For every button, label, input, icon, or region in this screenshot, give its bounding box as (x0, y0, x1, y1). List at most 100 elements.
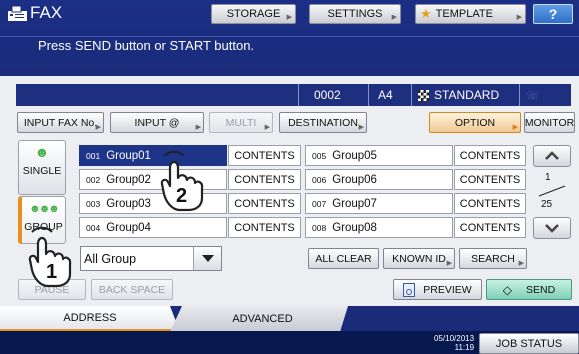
chevron-right-icon: ▶ (195, 124, 201, 131)
contents-button[interactable]: CONTENTS (228, 145, 301, 166)
chevron-right-icon: ▶ (391, 14, 397, 21)
destination-label: DESTINATION (288, 116, 358, 129)
group-name: Group08 (332, 221, 377, 234)
group-number: 002 (86, 174, 101, 185)
monitor-button[interactable]: MONITOR (524, 112, 575, 133)
group-name: Group02 (106, 173, 151, 186)
group-item[interactable]: 006 Group06 (305, 169, 453, 190)
status-divider (519, 84, 520, 106)
page-indicator: 1 25 (533, 170, 571, 214)
list-row: 003 Group03 CONTENTS 007 Group07 CONTENTS (79, 193, 526, 214)
status-bar: 0002 A4 STANDARD ☏ (16, 84, 571, 106)
contents-button[interactable]: CONTENTS (454, 145, 526, 166)
tab-advanced[interactable]: ADVANCED (170, 306, 348, 332)
send-button[interactable]: ◇ SEND (486, 279, 572, 300)
group-number: 001 (86, 150, 101, 161)
contents-button[interactable]: CONTENTS (228, 193, 301, 214)
hand-callout-2: 2 (160, 150, 204, 212)
input-fax-no-label: INPUT FAX No. (23, 116, 98, 129)
multi-label: MULTI (225, 116, 257, 129)
tab-address[interactable]: ADDRESS (0, 306, 180, 332)
group-number: 004 (86, 222, 101, 233)
contents-button[interactable]: CONTENTS (228, 169, 301, 190)
destination-button[interactable]: DESTINATION ▶ (279, 112, 367, 133)
template-button[interactable]: ★ TEMPLATE ▶ (415, 4, 526, 24)
settings-label: SETTINGS (327, 8, 383, 20)
fax-screen: FAX STORAGE ▶ SETTINGS ▶ ★ TEMPLATE ▶ ? … (0, 0, 579, 354)
instruction-message: Press SEND button or START button. (38, 38, 255, 53)
header-divider (0, 36, 579, 37)
search-label: SEARCH (471, 252, 515, 265)
destination-count: 0002 (314, 88, 341, 102)
preview-button[interactable]: PREVIEW (393, 279, 482, 300)
chevron-right-icon: ▶ (518, 260, 524, 267)
storage-button[interactable]: STORAGE ▶ (211, 4, 296, 24)
contents-button[interactable]: CONTENTS (454, 193, 526, 214)
page-divider (538, 185, 566, 197)
option-button[interactable]: OPTION ▶ (429, 112, 521, 133)
group-name: Group05 (332, 149, 377, 162)
tab-address-label: ADDRESS (63, 311, 117, 324)
scroll-down-button[interactable] (533, 217, 571, 239)
option-label: OPTION (454, 116, 496, 129)
resolution-label: STANDARD (434, 88, 500, 102)
job-status-button[interactable]: JOB STATUS (479, 333, 579, 354)
status-divider (368, 84, 369, 106)
dropdown-arrow-icon (193, 247, 221, 270)
scroll-up-button[interactable] (533, 145, 571, 167)
datetime: 05/10/2013 11:19 (434, 334, 474, 352)
checker-icon (418, 89, 429, 101)
star-icon: ★ (420, 6, 432, 21)
input-fax-no-button[interactable]: INPUT FAX No. ▶ (17, 112, 104, 133)
tab-single[interactable]: ☻ SINGLE (18, 140, 66, 195)
hand-callout-1: 1 (28, 226, 72, 288)
back-space-button[interactable]: BACK SPACE (91, 279, 173, 300)
date-text: 05/10/2013 (434, 334, 475, 343)
preview-label: PREVIEW (423, 283, 472, 296)
group-item[interactable]: 008 Group08 (305, 217, 453, 238)
known-id-button[interactable]: KNOWN ID ▶ (383, 248, 455, 269)
contents-button[interactable]: CONTENTS (454, 169, 526, 190)
contents-button[interactable]: CONTENTS (454, 217, 526, 238)
group-name: Group06 (332, 173, 377, 186)
callout-number: 2 (176, 185, 187, 207)
chevron-up-icon (545, 151, 559, 160)
all-clear-button[interactable]: ALL CLEAR (308, 248, 379, 269)
handset-icon: ☏ (526, 89, 540, 102)
status-divider (298, 84, 299, 106)
group-filter-select[interactable]: All Group (80, 246, 222, 271)
group-name: Group01 (106, 149, 151, 162)
group-filter-value: All Group (84, 251, 137, 266)
fax-icon (8, 6, 27, 21)
group-name: Group04 (106, 221, 151, 234)
callout-number: 1 (46, 261, 57, 283)
all-clear-label: ALL CLEAR (315, 252, 372, 265)
help-button[interactable]: ? (533, 4, 573, 24)
multi-button[interactable]: MULTI ▶ (209, 112, 273, 133)
contents-button[interactable]: CONTENTS (228, 217, 301, 238)
group-name: Group03 (106, 197, 151, 210)
paper-size: A4 (378, 88, 393, 102)
group-item[interactable]: 004 Group04 (79, 217, 227, 238)
status-divider (411, 84, 412, 106)
chevron-right-icon: ▶ (358, 124, 364, 131)
group-number: 007 (312, 198, 327, 209)
group-item[interactable]: 005 Group05 (305, 145, 453, 166)
header-bar: FAX STORAGE ▶ SETTINGS ▶ ★ TEMPLATE ▶ ? … (0, 0, 579, 76)
chevron-right-icon: ▶ (516, 14, 522, 21)
send-label: SEND (526, 283, 556, 296)
chevron-down-icon (545, 224, 559, 233)
input-email-button[interactable]: INPUT @ ▶ (110, 112, 204, 133)
group-number: 006 (312, 174, 327, 185)
settings-button[interactable]: SETTINGS ▶ (309, 4, 401, 24)
chevron-right-icon: ▶ (446, 260, 452, 267)
tab-advanced-label: ADVANCED (232, 313, 293, 325)
search-button[interactable]: SEARCH ▶ (459, 248, 527, 269)
group-name: Group07 (332, 197, 377, 210)
resolution-indicator: STANDARD (418, 84, 499, 106)
group-item[interactable]: 007 Group07 (305, 193, 453, 214)
page-total: 25 (541, 199, 553, 210)
group-number: 005 (312, 150, 327, 161)
list-row: 001 Group01 CONTENTS 005 Group05 CONTENTS (79, 145, 526, 166)
list-row: 002 Group02 CONTENTS 006 Group06 CONTENTS (79, 169, 526, 190)
